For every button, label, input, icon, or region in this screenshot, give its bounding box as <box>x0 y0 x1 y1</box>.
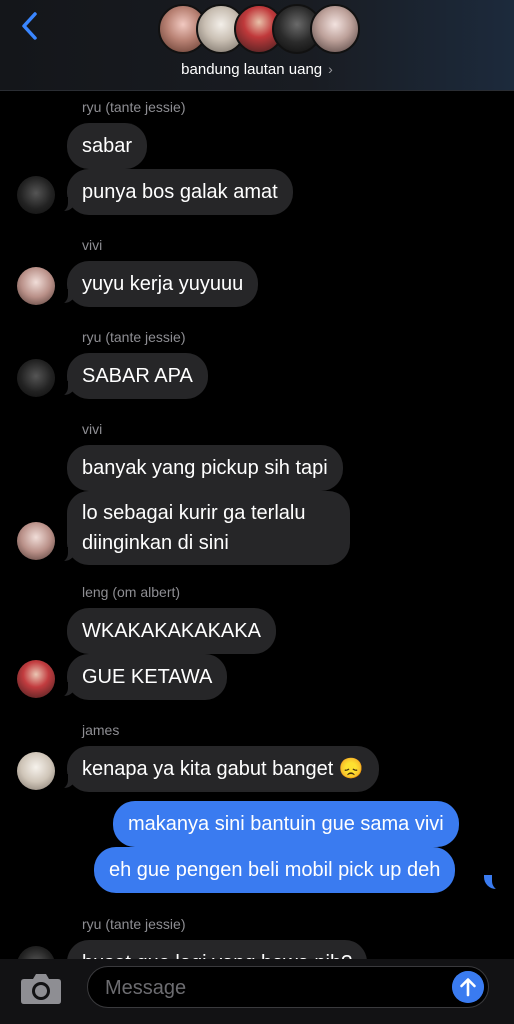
avatar[interactable] <box>17 752 55 790</box>
chat-header: bandung lautan uang › <box>0 0 514 91</box>
sender-name: leng (om albert) <box>82 584 181 600</box>
avatar[interactable] <box>17 522 55 560</box>
sender-name: vivi <box>82 237 103 253</box>
message-bubble[interactable]: punya bos galak amat <box>67 169 293 215</box>
message-bubble[interactable]: kenapa ya kita gabut banget 😞 <box>67 746 379 792</box>
avatar <box>310 4 360 54</box>
send-arrow-icon[interactable] <box>452 971 484 1003</box>
message-bubble[interactable]: SABAR APA <box>67 353 208 399</box>
message-bubble[interactable]: buset gue lagi yang bawa nih? <box>67 940 368 959</box>
message-bubble[interactable]: WKAKAKAKAKAKA <box>67 608 276 654</box>
sent-message-bubble[interactable]: eh gue pengen beli mobil pick up deh <box>94 847 456 893</box>
group-name-text: bandung lautan uang <box>181 61 323 78</box>
chevron-right-icon: › <box>328 61 333 77</box>
sender-name: ryu (tante jessie) <box>82 329 186 345</box>
avatar[interactable] <box>17 946 55 959</box>
group-title[interactable]: bandung lautan uang › <box>0 61 514 78</box>
message-bubble[interactable]: yuyu kerja yuyuuu <box>67 261 259 307</box>
chevron-left-icon[interactable] <box>18 10 42 42</box>
bubble-tail <box>484 875 506 891</box>
message-bubble[interactable]: lo sebagai kurir ga terlalu diinginkan d… <box>67 491 350 565</box>
sender-name: ryu (tante jessie) <box>82 99 186 115</box>
sender-name: ryu (tante jessie) <box>82 916 186 932</box>
message-bubble[interactable]: sabar <box>67 123 148 169</box>
message-list[interactable]: ryu (tante jessie) sabar punya bos galak… <box>0 91 514 959</box>
message-input[interactable] <box>103 974 447 1002</box>
avatar[interactable] <box>17 660 55 698</box>
message-field[interactable] <box>87 966 489 1008</box>
sender-name: james <box>82 722 120 738</box>
avatar[interactable] <box>17 359 55 397</box>
message-bubble[interactable]: GUE KETAWA <box>67 654 228 700</box>
avatar[interactable] <box>17 267 55 305</box>
group-avatars[interactable] <box>158 4 360 56</box>
sender-name: vivi <box>82 421 103 437</box>
camera-icon[interactable] <box>20 971 62 1005</box>
composer-bar <box>0 959 514 1024</box>
sent-message-bubble[interactable]: makanya sini bantuin gue sama vivi <box>113 801 459 847</box>
avatar[interactable] <box>17 176 55 214</box>
message-bubble[interactable]: banyak yang pickup sih tapi <box>67 445 343 491</box>
